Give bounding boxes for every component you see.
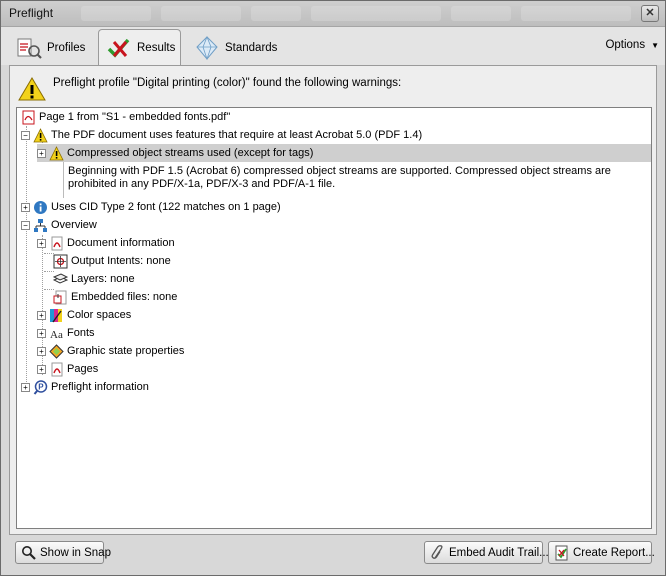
tree-item-color-spaces[interactable]: + Color spaces: [37, 306, 131, 324]
options-label: Options: [605, 39, 646, 51]
embed-audit-trail-label: Embed Audit Trail...: [449, 546, 549, 559]
preflight-info-icon: P: [33, 379, 48, 395]
tab-profiles[interactable]: Profiles: [9, 31, 91, 65]
svg-text:Aa: Aa: [50, 329, 63, 341]
expand-toggle[interactable]: +: [37, 364, 46, 374]
expand-toggle[interactable]: +: [37, 328, 46, 338]
warning-icon: [18, 76, 46, 102]
collapse-toggle[interactable]: −: [21, 130, 30, 140]
info-icon: [33, 200, 48, 215]
tree-item-document-information[interactable]: + Document information: [37, 234, 175, 252]
overview-hierarchy-icon: [33, 218, 48, 233]
tab-results[interactable]: Results: [98, 29, 181, 65]
pdf-file-icon: [21, 110, 36, 125]
expand-toggle[interactable]: +: [37, 310, 46, 320]
magnifier-icon: [21, 545, 37, 561]
expand-toggle[interactable]: +: [21, 202, 30, 212]
results-tree[interactable]: Page 1 from "S1 - embedded fonts.pdf" − …: [16, 107, 652, 529]
tree-item-layers[interactable]: Layers: none: [52, 270, 135, 288]
standards-diamond-icon: [193, 35, 221, 61]
tab-results-label: Results: [137, 41, 176, 54]
tree-item-document-information-label: Document information: [67, 237, 175, 249]
tab-profiles-label: Profiles: [47, 42, 86, 54]
graphic-state-icon: [49, 343, 64, 359]
warning-icon: [49, 145, 64, 161]
tree-item-page[interactable]: Page 1 from "S1 - embedded fonts.pdf": [21, 108, 230, 126]
tab-bar: Profiles Results Standards Options ▼: [1, 27, 665, 65]
pdf-document-icon: [49, 236, 64, 251]
tree-item-graphic-state-label: Graphic state properties: [67, 345, 185, 357]
window-title: Preflight: [9, 6, 54, 20]
layers-icon: [52, 272, 69, 287]
tree-item-color-spaces-label: Color spaces: [67, 309, 132, 321]
warning-icon: [33, 127, 48, 143]
tree-item-page-label: Page 1 from "S1 - embedded fonts.pdf": [39, 111, 231, 123]
tree-item-graphic-state[interactable]: + Graphic state properties: [37, 342, 184, 360]
expand-toggle[interactable]: +: [37, 346, 46, 356]
tree-item-preflight-information-label: Preflight information: [51, 381, 149, 393]
warning-detail: Beginning with PDF 1.5 (Acrobat 6) compr…: [63, 162, 651, 198]
tree-item-layers-label: Layers: none: [71, 273, 135, 285]
show-in-snap-button[interactable]: Show in Snap: [15, 541, 111, 564]
results-panel: Preflight profile "Digital printing (col…: [9, 65, 657, 535]
tree-item-overview-label: Overview: [51, 219, 97, 231]
results-checkmark-icon: [105, 36, 133, 60]
background-blur: [81, 6, 151, 21]
background-blur: [251, 6, 301, 21]
fonts-icon: Aa: [49, 326, 64, 341]
expand-toggle[interactable]: +: [37, 238, 46, 248]
expand-toggle[interactable]: +: [37, 148, 46, 158]
chevron-down-icon: ▼: [651, 41, 659, 50]
embedded-files-icon: [53, 290, 68, 305]
tree-item-fonts-label: Fonts: [67, 327, 95, 339]
show-in-snap-label: Show in Snap: [40, 546, 111, 559]
background-blur: [161, 6, 241, 21]
tree-item-fonts[interactable]: + Aa Fonts: [37, 324, 95, 342]
tab-standards[interactable]: Standards: [187, 31, 283, 65]
tree-item-overview[interactable]: − Overview: [21, 216, 97, 234]
expand-toggle[interactable]: +: [21, 382, 30, 392]
color-spaces-icon: [49, 308, 64, 323]
tree-item-pages-label: Pages: [67, 363, 99, 375]
paperclip-icon: [430, 544, 446, 561]
tree-item-compressed-streams-label: Compressed object streams used (except f…: [67, 147, 314, 159]
options-menu[interactable]: Options ▼: [605, 39, 659, 51]
collapse-toggle[interactable]: −: [21, 220, 30, 230]
tab-standards-label: Standards: [225, 42, 278, 54]
tree-item-preflight-information[interactable]: + P Preflight information: [21, 378, 149, 396]
pages-icon: [49, 362, 64, 377]
tree-item-output-intents-label: Output Intents: none: [71, 255, 171, 267]
output-intent-icon: [53, 254, 68, 269]
tree-item-pages[interactable]: + Pages: [37, 360, 98, 378]
svg-text:P: P: [38, 382, 44, 391]
background-blur: [311, 6, 441, 21]
create-report-label: Create Report...: [573, 546, 655, 559]
tree-item-compressed-streams[interactable]: + Compressed object streams used (except…: [37, 144, 651, 162]
tree-item-acrobat-warning-label: The PDF document uses features that requ…: [51, 129, 423, 141]
warnings-message: Preflight profile "Digital printing (col…: [53, 77, 402, 89]
tree-connector: [26, 126, 27, 390]
profiles-icon: [15, 36, 43, 60]
background-blur: [521, 6, 631, 21]
create-report-button[interactable]: Create Report...: [548, 541, 655, 564]
report-icon: [554, 545, 570, 561]
tree-item-cid-font[interactable]: + Uses CID Type 2 font (122 matches on 1…: [21, 198, 281, 216]
tree-item-embedded-files-label: Embedded files: none: [71, 291, 178, 303]
tree-item-cid-font-label: Uses CID Type 2 font (122 matches on 1 p…: [51, 201, 281, 213]
tree-item-acrobat-warning[interactable]: − The PDF document uses features that re…: [21, 126, 422, 144]
warnings-header: Preflight profile "Digital printing (col…: [18, 74, 648, 104]
background-blur: [451, 6, 511, 21]
tree-item-output-intents[interactable]: Output Intents: none: [53, 252, 171, 270]
preflight-window: Preflight ✕ Profiles Results Standards O…: [0, 0, 666, 576]
tree-item-embedded-files[interactable]: Embedded files: none: [53, 288, 177, 306]
embed-audit-trail-button[interactable]: Embed Audit Trail...: [424, 541, 549, 564]
title-bar: Preflight ✕: [1, 1, 665, 27]
close-button[interactable]: ✕: [641, 5, 659, 22]
